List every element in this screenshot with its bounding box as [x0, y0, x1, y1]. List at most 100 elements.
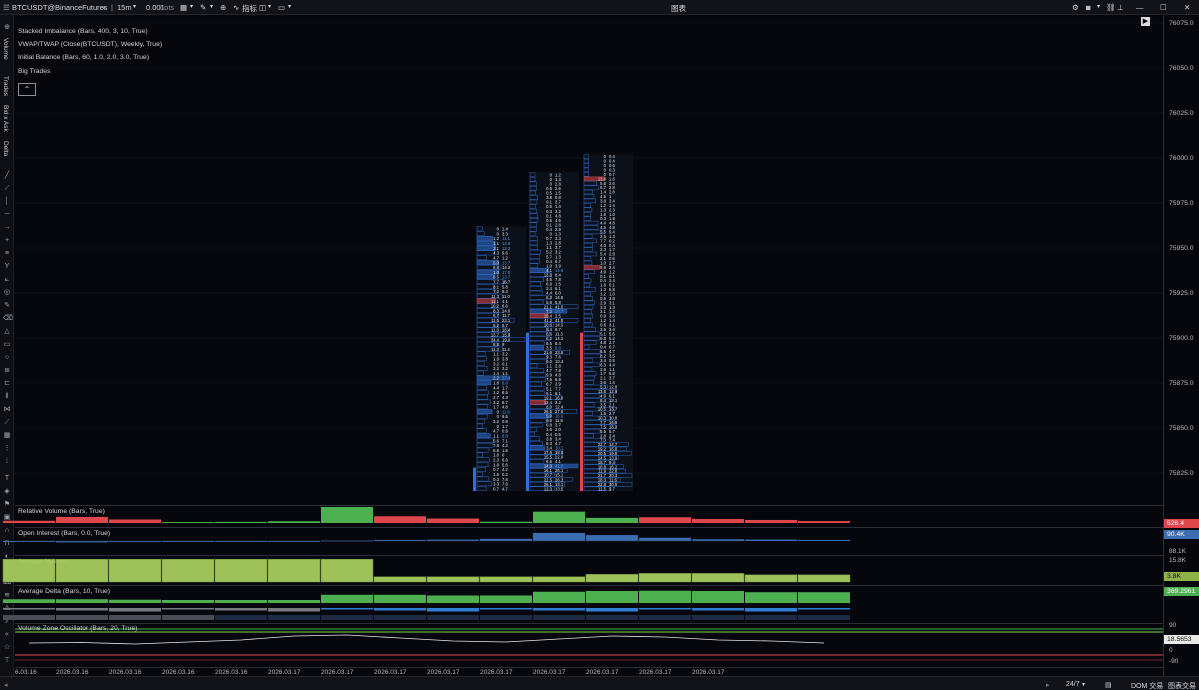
pane-divider[interactable] — [15, 555, 1163, 556]
average-delta-bar — [268, 600, 320, 603]
time-label: 2026.03.17 — [480, 669, 513, 676]
open-interest-bar — [533, 532, 585, 541]
average-delta-negative-bar — [745, 608, 797, 612]
session-selector[interactable]: 24/7 — [1066, 681, 1080, 688]
average-volume-value-tag: 3.8K — [1164, 572, 1199, 581]
price-label: 75875.0 — [1169, 380, 1194, 387]
average-delta-base-bar — [162, 615, 214, 620]
time-label: 2026.03.16 — [56, 669, 89, 676]
legend-initial-balance[interactable]: Initial Balance (Bars, 60, 1.0, 2.0, 3.0… — [18, 54, 149, 61]
average-delta-base-bar — [533, 615, 585, 620]
average-volume-bar — [320, 558, 374, 583]
relative-volume-bar — [215, 521, 267, 523]
bid-volume-text: 12.3 — [544, 486, 553, 491]
average-volume-bar — [373, 576, 427, 583]
vzo-level-label: -90 — [1169, 658, 1179, 665]
open-interest-bar — [480, 538, 532, 541]
dom-trade-button[interactable]: DOM 交易 — [1131, 681, 1163, 690]
average-delta-bar — [639, 590, 691, 603]
open-interest-value-tag: 90.4K — [1164, 530, 1199, 539]
average-delta-bar — [745, 592, 797, 603]
average-delta-base-bar — [586, 615, 638, 620]
chevron-down-icon[interactable]: ▾ — [1082, 681, 1085, 688]
average-delta-negative-bar — [692, 608, 744, 611]
average-delta-negative-bar — [162, 608, 214, 610]
bid-volume-text: 0.7 — [493, 486, 499, 491]
pane-title-average-delta[interactable]: Average Delta (Bars, 10, True) — [18, 588, 110, 595]
price-label: 75825.0 — [1169, 470, 1194, 477]
time-label: 2026.03.17 — [268, 669, 301, 676]
average-volume-bar — [532, 576, 586, 583]
price-label: 75950.0 — [1169, 245, 1194, 252]
average-volume-bar — [267, 558, 321, 583]
average-delta-bar — [215, 600, 267, 603]
legend-big-trades[interactable]: Big Trades — [18, 68, 51, 75]
pane-divider[interactable] — [15, 505, 1163, 506]
time-label: 2026.03.16 — [109, 669, 142, 676]
average-delta-base-bar — [798, 615, 850, 620]
relative-volume-bar — [56, 516, 108, 523]
average-delta-bar — [3, 599, 55, 603]
pane-divider[interactable] — [15, 585, 1163, 586]
vzo-level-label: 0 — [1169, 647, 1173, 654]
go-to-realtime-button[interactable]: ▶ — [1141, 17, 1150, 26]
pane-title-open-interest[interactable]: Open Interest (Bars, 0.0, True) — [18, 530, 110, 537]
relative-volume-bar — [798, 521, 850, 523]
average-delta-bar — [586, 591, 638, 603]
relative-volume-bar — [480, 521, 532, 523]
open-interest-bar — [586, 535, 638, 541]
candle-body — [473, 467, 476, 491]
imbalance-highlight — [530, 463, 578, 468]
average-delta-base-bar — [427, 615, 479, 620]
average-delta-base-bar — [321, 615, 373, 620]
pane-title-average-volume[interactable]: Average Volume — [18, 558, 68, 565]
relative-volume-bar — [162, 522, 214, 523]
candle-body — [526, 332, 529, 491]
chart-canvas[interactable]: 0 1.40 3.31.2 11.11.1 14.03.1 12.34.3 9.64.7 1.… — [0, 0, 1199, 690]
average-volume-bar — [479, 576, 533, 583]
average-delta-negative-bar — [533, 608, 585, 611]
imbalance-highlight — [477, 236, 493, 241]
average-volume-bar — [744, 574, 798, 583]
ask-volume-text: 13.5 — [555, 486, 564, 491]
legend-vwap-twap[interactable]: VWAP/TWAP (Close(BTCUSDT), Weekly, True) — [18, 41, 162, 48]
average-delta-bar — [480, 595, 532, 603]
average-delta-negative-bar — [56, 608, 108, 611]
average-delta-base-bar — [215, 615, 267, 620]
time-label: 2026.03.16 — [215, 669, 248, 676]
legend-stacked-imbalance[interactable]: Stacked Imbalance (Bars, 400, 3, 10, Tru… — [18, 28, 148, 35]
average-delta-base-bar — [268, 615, 320, 620]
candle-body — [580, 332, 583, 491]
scroll-right-icon[interactable]: ▸ — [1046, 681, 1050, 689]
pane-title-relative-volume[interactable]: Relative Volume (Bars, True) — [18, 508, 105, 515]
average-delta-value-tag: 369.2961 — [1164, 587, 1199, 596]
trading-chart-window: { "header":{ "symbol":"BTCUSDT@BinanceFu… — [0, 0, 1199, 690]
price-label: 75850.0 — [1169, 425, 1194, 432]
average-delta-bar — [162, 600, 214, 603]
chart-trade-button[interactable]: 图表交易 — [1168, 681, 1196, 690]
ask-volume-text: 9.7 — [609, 486, 615, 491]
average-delta-negative-bar — [427, 608, 479, 612]
relative-volume-bar — [692, 519, 744, 523]
average-delta-negative-bar — [586, 608, 638, 612]
pane-divider[interactable] — [15, 623, 1163, 624]
price-label: 75925.0 — [1169, 290, 1194, 297]
pane-divider[interactable] — [15, 527, 1163, 528]
scroll-left-icon[interactable]: ◂ — [4, 681, 8, 689]
average-delta-bar — [321, 594, 373, 603]
calendar-icon[interactable]: ▤ — [1105, 681, 1112, 689]
status-bar: ◂ ▸ 24/7 ▾ ▤ DOM 交易 图表交易 — [0, 676, 1199, 690]
average-delta-negative-bar — [109, 608, 161, 612]
footprint-background — [529, 172, 579, 491]
collapse-legend-button[interactable]: ⌃ — [18, 83, 36, 96]
relative-volume-bar — [374, 516, 426, 523]
time-label: 2026.03.17 — [427, 669, 460, 676]
average-delta-bar — [56, 599, 108, 603]
relative-volume-bar — [639, 517, 691, 523]
price-label: 75900.0 — [1169, 335, 1194, 342]
relative-volume-bar — [109, 519, 161, 523]
average-volume-bar — [214, 558, 268, 583]
pane-title-volume-zone-oscillator[interactable]: Volume Zone Oscillator (Bars, 20, True) — [18, 625, 137, 632]
average-delta-bar — [109, 599, 161, 603]
average-volume-bar — [638, 573, 692, 583]
